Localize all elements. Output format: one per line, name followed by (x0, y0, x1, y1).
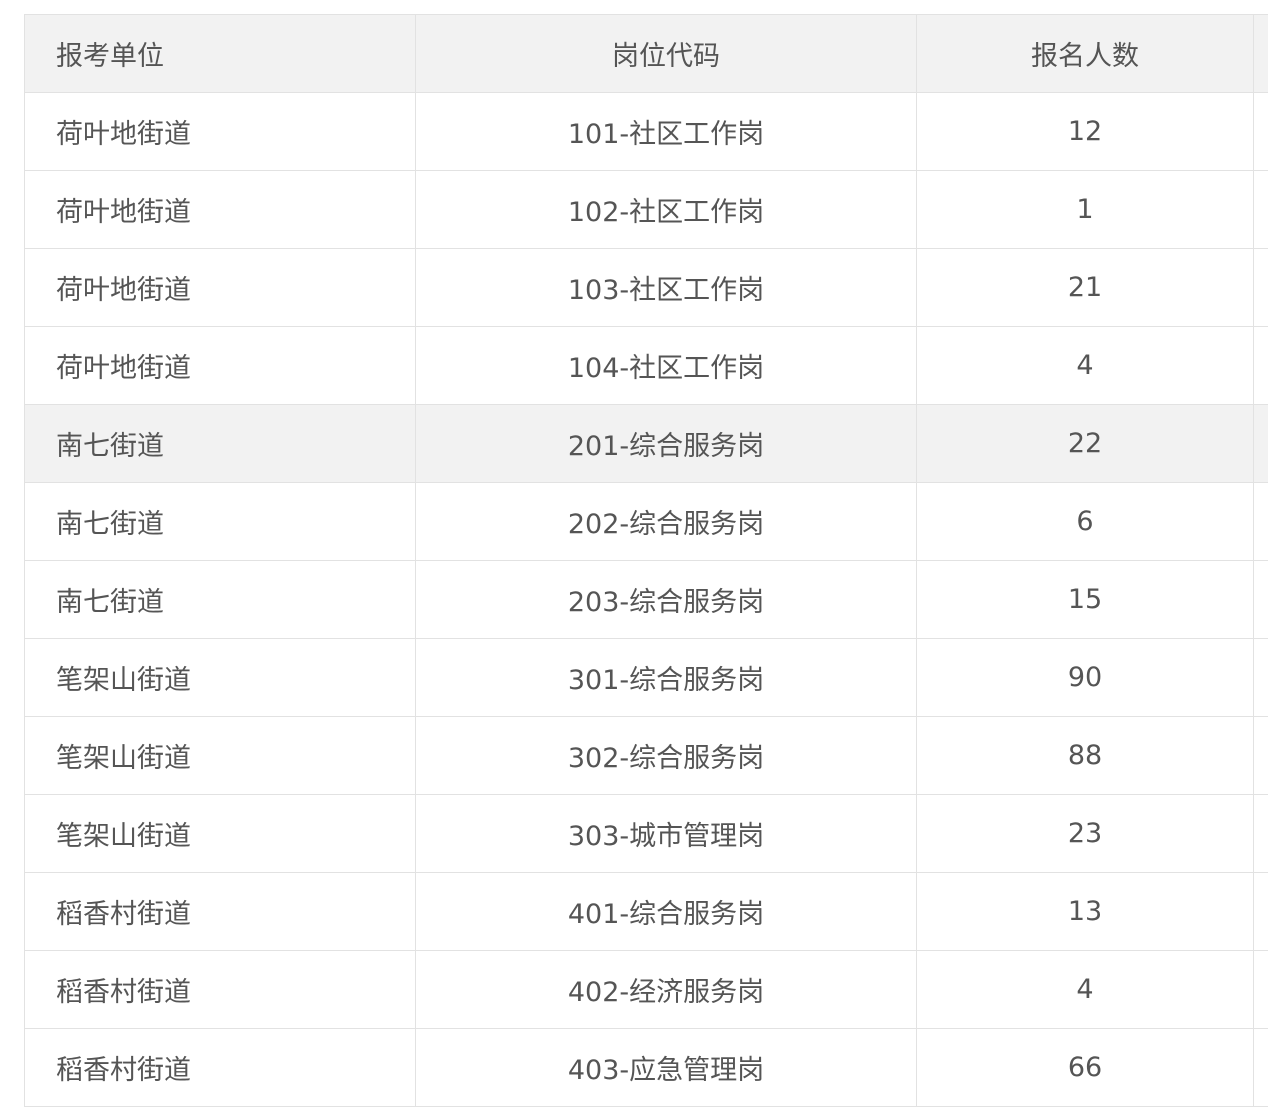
table-row: 笔架山街道 301-综合服务岗 90 (24, 638, 1268, 717)
cell-unit: 荷叶地街道 (24, 326, 416, 405)
cell-applicant-count: 66 (916, 1028, 1254, 1107)
cell-applicant-count: 23 (916, 794, 1254, 873)
table-container: 报考单位 岗位代码 报名人数 荷叶地街道 101-社区工作岗 12 荷叶地街道 … (24, 14, 1268, 1108)
cell-unit: 荷叶地街道 (24, 170, 416, 249)
cell-applicant-count: 90 (916, 638, 1254, 717)
header-applicant-count: 报名人数 (916, 14, 1254, 93)
cell-extra (1253, 638, 1268, 717)
cell-unit: 荷叶地街道 (24, 92, 416, 171)
cell-unit: 稻香村街道 (24, 872, 416, 951)
table-row: 笔架山街道 303-城市管理岗 23 (24, 794, 1268, 873)
cell-applicant-count: 6 (916, 482, 1254, 561)
table-row: 笔架山街道 302-综合服务岗 88 (24, 716, 1268, 795)
cell-extra (1253, 716, 1268, 795)
registration-table: 报考单位 岗位代码 报名人数 荷叶地街道 101-社区工作岗 12 荷叶地街道 … (24, 14, 1268, 1107)
cell-position-code: 402-经济服务岗 (415, 950, 917, 1029)
cell-position-code: 401-综合服务岗 (415, 872, 917, 951)
table-row: 稻香村街道 402-经济服务岗 4 (24, 950, 1268, 1029)
cell-applicant-count: 88 (916, 716, 1254, 795)
cell-extra (1253, 560, 1268, 639)
table-row: 荷叶地街道 101-社区工作岗 12 (24, 92, 1268, 171)
cell-extra (1253, 794, 1268, 873)
cell-extra (1253, 1028, 1268, 1107)
cell-position-code: 201-综合服务岗 (415, 404, 917, 483)
cell-unit: 荷叶地街道 (24, 248, 416, 327)
cell-extra (1253, 248, 1268, 327)
table-row: 南七街道 203-综合服务岗 15 (24, 560, 1268, 639)
cell-position-code: 102-社区工作岗 (415, 170, 917, 249)
table-row-highlighted: 南七街道 201-综合服务岗 22 (24, 404, 1268, 483)
cell-unit: 南七街道 (24, 560, 416, 639)
cell-position-code: 303-城市管理岗 (415, 794, 917, 873)
cell-extra (1253, 326, 1268, 405)
table-row: 荷叶地街道 103-社区工作岗 21 (24, 248, 1268, 327)
cell-extra (1253, 404, 1268, 483)
cell-applicant-count: 4 (916, 950, 1254, 1029)
cell-position-code: 203-综合服务岗 (415, 560, 917, 639)
cell-position-code: 103-社区工作岗 (415, 248, 917, 327)
cell-unit: 笔架山街道 (24, 716, 416, 795)
cell-extra (1253, 872, 1268, 951)
cell-applicant-count: 21 (916, 248, 1254, 327)
header-extra (1253, 14, 1268, 93)
table-row: 南七街道 202-综合服务岗 6 (24, 482, 1268, 561)
cell-applicant-count: 1 (916, 170, 1254, 249)
cell-extra (1253, 170, 1268, 249)
cell-unit: 笔架山街道 (24, 794, 416, 873)
cell-applicant-count: 22 (916, 404, 1254, 483)
header-unit: 报考单位 (24, 14, 416, 93)
cell-position-code: 403-应急管理岗 (415, 1028, 917, 1107)
cell-unit: 笔架山街道 (24, 638, 416, 717)
cell-unit: 南七街道 (24, 404, 416, 483)
header-position-code: 岗位代码 (415, 14, 917, 93)
cell-position-code: 101-社区工作岗 (415, 92, 917, 171)
cell-extra (1253, 482, 1268, 561)
table-row: 荷叶地街道 102-社区工作岗 1 (24, 170, 1268, 249)
table-header-row: 报考单位 岗位代码 报名人数 (24, 14, 1268, 93)
cell-position-code: 202-综合服务岗 (415, 482, 917, 561)
table-row: 稻香村街道 401-综合服务岗 13 (24, 872, 1268, 951)
cell-unit: 稻香村街道 (24, 1028, 416, 1107)
cell-applicant-count: 13 (916, 872, 1254, 951)
cell-position-code: 302-综合服务岗 (415, 716, 917, 795)
cell-unit: 南七街道 (24, 482, 416, 561)
table-row: 稻香村街道 403-应急管理岗 66 (24, 1028, 1268, 1107)
cell-unit: 稻香村街道 (24, 950, 416, 1029)
table-row: 荷叶地街道 104-社区工作岗 4 (24, 326, 1268, 405)
cell-extra (1253, 950, 1268, 1029)
cell-position-code: 104-社区工作岗 (415, 326, 917, 405)
cell-applicant-count: 15 (916, 560, 1254, 639)
cell-extra (1253, 92, 1268, 171)
cell-applicant-count: 4 (916, 326, 1254, 405)
cell-applicant-count: 12 (916, 92, 1254, 171)
cell-position-code: 301-综合服务岗 (415, 638, 917, 717)
